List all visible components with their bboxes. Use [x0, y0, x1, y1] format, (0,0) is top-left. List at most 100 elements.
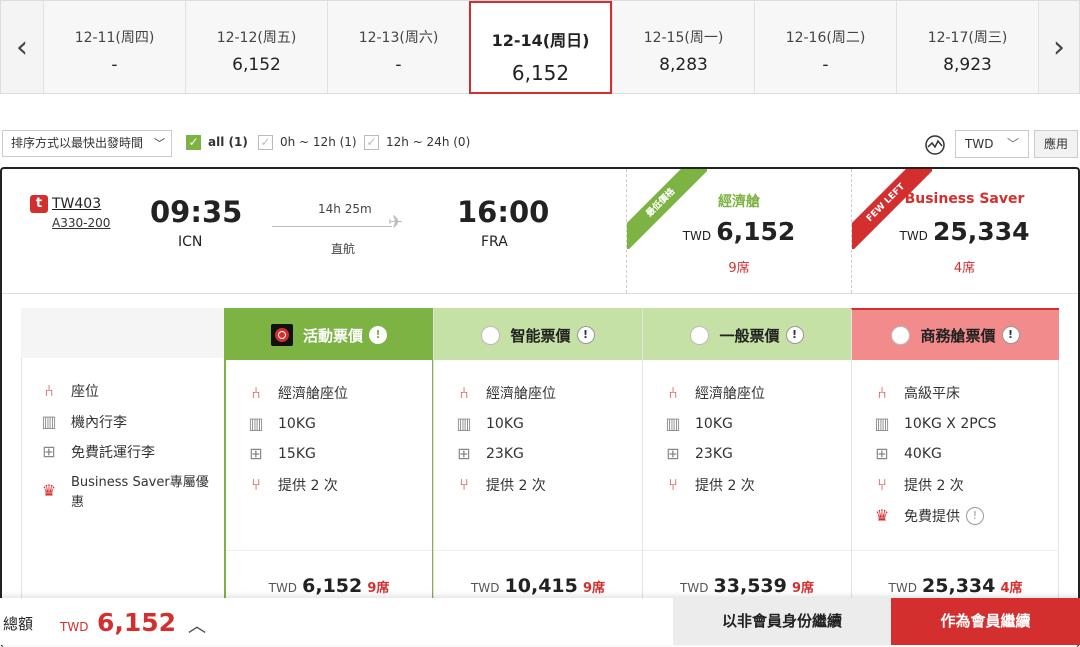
aircraft-link[interactable]: A330-200	[52, 216, 110, 230]
fare-value: 經濟艙座位	[695, 386, 765, 402]
feature-label: 免費託運行李	[71, 445, 155, 461]
fare-name: 智能票價	[510, 326, 571, 345]
date-option[interactable]: 12-15(周一) 8,283	[612, 1, 754, 93]
date-option[interactable]: 12-17(周三) 8,923	[896, 1, 1038, 93]
radio-selected[interactable]	[270, 324, 293, 346]
fare-business-perk: ♛ 免費提供 !	[872, 505, 984, 527]
date-option[interactable]: 12-11(周四) -	[43, 1, 185, 93]
date-option[interactable]: 12-12(周五) 6,152	[185, 1, 327, 93]
currency-code: TWD	[888, 581, 917, 595]
radio-unselected[interactable]	[690, 325, 710, 345]
fare-name: 商務艙票價	[920, 326, 996, 345]
arrive-airport: FRA	[481, 234, 508, 250]
seat-icon: ⑃	[44, 381, 54, 400]
fare-name: 活動票價	[302, 326, 363, 345]
price-amount: 6,152	[716, 217, 796, 246]
fare-cabin-bag: ▥ 10KG	[246, 413, 316, 435]
date-label: 12-17(周三)	[927, 30, 1008, 46]
cabin-price: TWD 6,152	[627, 217, 851, 246]
sort-label: 排序方式以最快出發時間	[11, 136, 144, 150]
price-amount: 6,152	[302, 575, 363, 597]
date-selector: ‹ 12-11(周四) - 12-12(周五) 6,152 12-13(周六) …	[0, 0, 1080, 94]
date-option[interactable]: 12-13(周六) -	[327, 1, 469, 93]
feature-cabin-bag: ▥ 機內行李	[39, 411, 127, 433]
filter-label-12-24h: 12h ~ 24h (0)	[386, 135, 471, 149]
meal-icon: ⑂	[877, 475, 887, 494]
fare-value: 40KG	[904, 446, 942, 462]
fare-value: 免費提供	[904, 509, 960, 525]
currency-code: TWD	[471, 581, 500, 595]
chevron-up-icon[interactable]: ︿	[188, 612, 206, 638]
fare-cabin-bag: ▥ 10KG	[663, 413, 733, 435]
fare-meal: ⑂ 提供 2 次	[454, 474, 546, 496]
checkbox-12-24h[interactable]: ✓	[364, 135, 379, 150]
info-icon[interactable]: !	[785, 326, 804, 344]
fare-checked-bag: ⊞ 23KG	[663, 443, 733, 465]
seats-left: 4席	[953, 261, 976, 276]
info-icon[interactable]: !	[966, 507, 984, 525]
meal-icon: ⑂	[668, 475, 678, 494]
duration-line	[272, 226, 392, 227]
fare-checked-bag: ⊞ 23KG	[454, 443, 524, 465]
depart-time: 09:35	[150, 195, 243, 229]
checkbox-0-12h[interactable]: ✓	[258, 135, 273, 150]
fare-value: 提供 2 次	[695, 478, 755, 494]
crown-icon: ♛	[41, 481, 57, 500]
info-icon[interactable]: !	[1001, 326, 1020, 344]
meal-icon: ⑂	[459, 475, 469, 494]
fare-column-standard[interactable]: 一般票價 ! ⑃ 經濟艙座位 ▥ 10KG ⊞ 23KG ⑂ 提供 2 次 TWD 33…	[642, 308, 851, 608]
seats-left: 9席	[367, 581, 390, 596]
fare-value: 提供 2 次	[278, 478, 338, 494]
fare-column-promo[interactable]: 活動票價 ! ⑃ 經濟艙座位 ▥ 10KG ⊞ 15KG ⑂ 提供 2 次 TWD 6,…	[224, 308, 434, 608]
date-label: 12-14(周日)	[491, 31, 590, 50]
price-chart-icon[interactable]	[924, 134, 946, 156]
currency-select[interactable]: TWD ﹀	[955, 130, 1029, 158]
flight-number-link[interactable]: TW403	[52, 196, 101, 212]
seats-left: 4席	[1000, 581, 1023, 596]
fare-value: 10KG X 2PCS	[904, 416, 997, 432]
chevron-left-icon[interactable]: ‹	[1, 1, 43, 93]
fare-column-smart[interactable]: 智能票價 ! ⑃ 經濟艙座位 ▥ 10KG ⊞ 23KG ⑂ 提供 2 次 TWD 10…	[433, 308, 642, 608]
business-cabin-option[interactable]: FEW LEFT Business Saver TWD 25,334 4席	[851, 169, 1077, 293]
date-label: 12-12(周五)	[216, 30, 297, 46]
chevron-right-icon[interactable]: ›	[1038, 1, 1079, 93]
fare-meal: ⑂ 提供 2 次	[663, 474, 755, 496]
chevron-down-icon: ﹀	[1006, 137, 1019, 151]
radio-unselected[interactable]	[481, 325, 501, 345]
cabin-name: Business Saver	[904, 191, 1025, 207]
fare-checked-bag: ⊞ 15KG	[246, 443, 316, 465]
feature-header	[21, 308, 225, 358]
continue-as-member-button[interactable]: 作為會員繼續	[891, 598, 1080, 645]
cabin-bag-icon: ▥	[41, 412, 57, 431]
cabin-bag-icon: ▥	[248, 414, 264, 433]
arrive-time: 16:00	[457, 195, 550, 229]
fare-header[interactable]: 商務艙票價 !	[852, 310, 1059, 360]
info-icon[interactable]: !	[576, 326, 595, 344]
fare-column-business[interactable]: 商務艙票價 ! ⑃ 高級平床 ▥ 10KG X 2PCS ⊞ 40KG ⑂ 提供 2 次…	[851, 308, 1059, 608]
fare-value: 提供 2 次	[904, 478, 964, 494]
date-price: -	[395, 55, 402, 75]
fare-value: 10KG	[278, 416, 316, 432]
fare-header[interactable]: 一般票價 !	[643, 310, 851, 360]
filter-label-all: all (1)	[208, 135, 248, 149]
date-option[interactable]: 12-16(周二) -	[754, 1, 896, 93]
fare-price: TWD 6,152 9席	[226, 575, 432, 597]
continue-as-guest-button[interactable]: 以非會員身份繼續	[673, 598, 891, 645]
currency-code: TWD	[682, 229, 712, 243]
fare-header[interactable]: 活動票價 !	[226, 310, 432, 360]
checkbox-all[interactable]: ✓	[186, 135, 201, 150]
fare-meal: ⑂ 提供 2 次	[872, 474, 964, 496]
apply-button[interactable]: 應用	[1034, 130, 1078, 158]
fare-header[interactable]: 智能票價 !	[434, 310, 642, 360]
economy-cabin-option[interactable]: 最低價格 經濟艙 TWD 6,152 9席	[626, 169, 851, 293]
currency-code: TWD	[268, 581, 298, 595]
fare-value: 15KG	[278, 446, 316, 462]
fare-value: 10KG	[695, 416, 733, 432]
info-icon[interactable]: !	[369, 326, 387, 344]
cabin-bag-icon: ▥	[456, 414, 472, 433]
date-option-selected[interactable]: 12-14(周日) 6,152	[469, 1, 612, 94]
seats-left: 9席	[791, 581, 814, 596]
sort-select[interactable]: 排序方式以最快出發時間 ﹀	[2, 130, 172, 157]
radio-unselected[interactable]	[891, 325, 911, 345]
feature-business-perk: ♛ Business Saver專屬優惠	[39, 473, 219, 513]
